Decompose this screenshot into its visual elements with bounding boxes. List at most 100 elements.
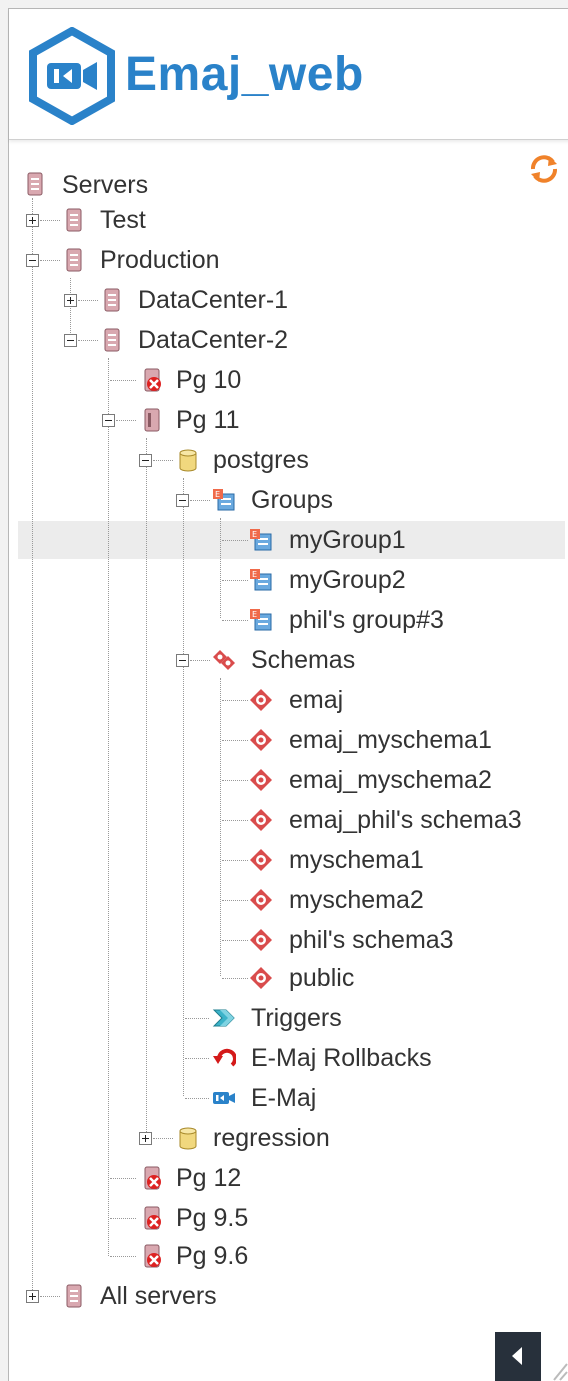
tree-label-production[interactable]: Production bbox=[100, 245, 220, 275]
collapse-toggle[interactable] bbox=[139, 454, 152, 467]
tree-label-rollbacks[interactable]: E-Maj Rollbacks bbox=[251, 1043, 432, 1073]
expand-toggle[interactable] bbox=[26, 214, 39, 227]
tree-label-schema[interactable]: emaj bbox=[289, 685, 343, 715]
expand-toggle[interactable] bbox=[139, 1132, 152, 1145]
tree-line bbox=[40, 260, 60, 261]
tree-line bbox=[222, 700, 248, 701]
tree-label-schemas[interactable]: Schemas bbox=[251, 645, 355, 675]
tree-label-datacenter-1[interactable]: DataCenter-1 bbox=[138, 285, 288, 315]
tree-line bbox=[32, 198, 33, 1296]
tree-label-schema[interactable]: emaj_myschema1 bbox=[289, 725, 492, 755]
triggers-icon bbox=[212, 1009, 235, 1027]
tree-line bbox=[110, 1218, 136, 1219]
svg-text:E: E bbox=[252, 530, 257, 539]
tree-line bbox=[185, 1098, 209, 1099]
server-tree: Servers Test Production DataCenter-1 Dat… bbox=[0, 0, 568, 1381]
tree-line bbox=[185, 1018, 209, 1019]
tree-label-emaj[interactable]: E-Maj bbox=[251, 1083, 316, 1113]
tree-line bbox=[110, 1256, 136, 1257]
tree-label-schema[interactable]: myschema2 bbox=[289, 885, 424, 915]
server-group-icon bbox=[27, 172, 43, 196]
server-disconnected-icon bbox=[144, 368, 161, 392]
tree-label-groups[interactable]: Groups bbox=[251, 485, 333, 515]
schema-icon bbox=[250, 929, 272, 951]
tree-line bbox=[190, 500, 210, 501]
svg-text:E: E bbox=[215, 490, 220, 499]
svg-text:E: E bbox=[252, 570, 257, 579]
svg-text:E: E bbox=[252, 610, 257, 619]
tree-label-group[interactable]: myGroup1 bbox=[289, 525, 406, 555]
tree-line bbox=[222, 740, 248, 741]
tree-line bbox=[78, 300, 98, 301]
collapse-toggle[interactable] bbox=[176, 654, 189, 667]
collapse-toggle[interactable] bbox=[26, 254, 39, 267]
tree-line bbox=[146, 438, 147, 1136]
expand-toggle[interactable] bbox=[26, 1290, 39, 1303]
schemas-icon bbox=[213, 650, 235, 670]
server-group-icon bbox=[66, 208, 82, 232]
tree-line bbox=[40, 1296, 60, 1297]
tree-line bbox=[78, 340, 98, 341]
tree-label-test[interactable]: Test bbox=[100, 205, 146, 235]
group-icon: E bbox=[250, 529, 272, 551]
tree-label-pg10[interactable]: Pg 10 bbox=[176, 365, 241, 395]
tree-label-schema[interactable]: phil's schema3 bbox=[289, 925, 454, 955]
server-group-icon bbox=[66, 1284, 82, 1308]
tree-line bbox=[220, 678, 221, 976]
collapse-toggle[interactable] bbox=[102, 414, 115, 427]
database-icon bbox=[179, 449, 197, 472]
expand-toggle[interactable] bbox=[64, 294, 77, 307]
group-icon: E bbox=[250, 569, 272, 591]
tree-line bbox=[222, 820, 248, 821]
collapse-toggle[interactable] bbox=[176, 494, 189, 507]
schema-icon bbox=[250, 889, 272, 911]
tree-line bbox=[110, 1178, 136, 1179]
tree-line bbox=[222, 580, 248, 581]
tree-label-schema[interactable]: myschema1 bbox=[289, 845, 424, 875]
tree-label-pg11[interactable]: Pg 11 bbox=[176, 405, 239, 435]
tree-label-group[interactable]: myGroup2 bbox=[289, 565, 406, 595]
schema-icon bbox=[250, 967, 272, 989]
tree-line bbox=[153, 1138, 173, 1139]
collapse-toggle[interactable] bbox=[64, 334, 77, 347]
tree-label-pg12[interactable]: Pg 12 bbox=[176, 1163, 241, 1193]
schema-icon bbox=[250, 809, 272, 831]
tree-line bbox=[110, 380, 136, 381]
tree-label-servers[interactable]: Servers bbox=[62, 170, 148, 200]
tree-label-group[interactable]: phil's group#3 bbox=[289, 605, 444, 635]
schema-icon bbox=[250, 689, 272, 711]
tree-line bbox=[183, 478, 184, 1096]
server-connected-icon bbox=[144, 408, 160, 432]
tree-label-postgres[interactable]: postgres bbox=[213, 445, 309, 475]
app-root: { "app": { "brand": "Emaj_web" }, "color… bbox=[0, 0, 568, 1381]
tree-line bbox=[222, 540, 248, 541]
tree-line bbox=[222, 620, 248, 621]
tree-label-datacenter-2[interactable]: DataCenter-2 bbox=[138, 325, 288, 355]
tree-label-all-servers[interactable]: All servers bbox=[100, 1281, 217, 1311]
tree-label-regression[interactable]: regression bbox=[213, 1123, 330, 1153]
database-icon bbox=[179, 1127, 197, 1150]
server-group-icon bbox=[104, 288, 120, 312]
tree-line bbox=[222, 780, 248, 781]
tree-label-schema[interactable]: emaj_phil's schema3 bbox=[289, 805, 522, 835]
collapse-panel-icon bbox=[512, 1347, 522, 1365]
tree-line bbox=[153, 460, 173, 461]
tree-line bbox=[222, 860, 248, 861]
tree-label-pg96[interactable]: Pg 9.6 bbox=[176, 1241, 248, 1271]
resize-grip-icon[interactable] bbox=[550, 1350, 568, 1381]
tree-label-schema[interactable]: emaj_myschema2 bbox=[289, 765, 492, 795]
tree-label-schema[interactable]: public bbox=[289, 963, 354, 993]
tree-line bbox=[116, 420, 136, 421]
tree-label-triggers[interactable]: Triggers bbox=[251, 1003, 342, 1033]
emaj-icon bbox=[213, 1092, 235, 1104]
server-disconnected-icon bbox=[144, 1166, 161, 1190]
tree-label-pg95[interactable]: Pg 9.5 bbox=[176, 1203, 248, 1233]
tree-line bbox=[185, 1058, 209, 1059]
server-disconnected-icon bbox=[144, 1206, 161, 1230]
tree-line bbox=[222, 900, 248, 901]
collapse-panel-button[interactable] bbox=[495, 1332, 541, 1381]
tree-line bbox=[108, 358, 109, 1256]
rollback-icon bbox=[213, 1048, 236, 1067]
tree-line bbox=[190, 660, 210, 661]
tree-line bbox=[40, 220, 60, 221]
